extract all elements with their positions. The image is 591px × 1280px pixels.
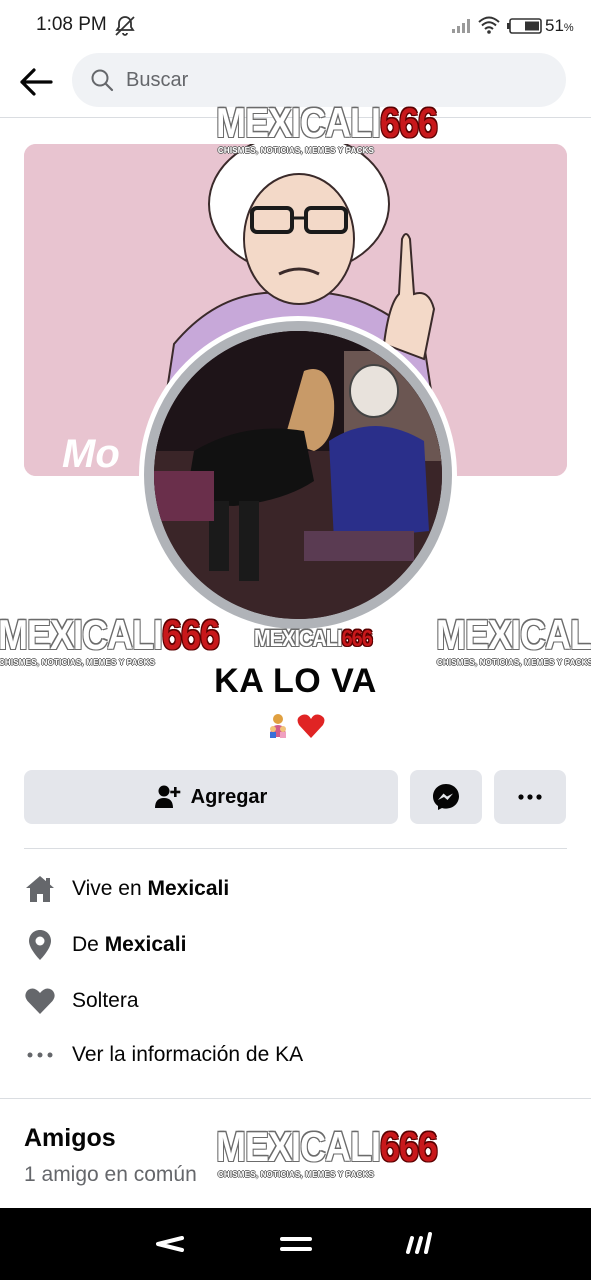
watermark-center: MEXICALI666 bbox=[254, 626, 373, 652]
section-separator bbox=[0, 1098, 591, 1099]
system-nav-bar bbox=[0, 1208, 591, 1280]
from-city[interactable]: Mexicali bbox=[105, 933, 187, 956]
family-emoji-icon bbox=[270, 713, 287, 738]
profile-photo[interactable] bbox=[144, 321, 452, 629]
see-info-label: Ver la información de KA bbox=[72, 1043, 304, 1066]
watermark-bottom: MEXICALI666 CHISMES, NOTICIAS, MEMES Y P… bbox=[216, 1122, 438, 1179]
system-home-icon[interactable] bbox=[276, 1228, 316, 1260]
profile-photo-image bbox=[154, 331, 442, 619]
mute-icon bbox=[115, 16, 135, 36]
battery-percent: 51% bbox=[545, 16, 574, 35]
wifi-icon bbox=[478, 16, 500, 34]
red-heart-icon bbox=[297, 714, 325, 738]
add-friend-label: Agregar bbox=[190, 785, 268, 808]
heart-icon bbox=[24, 985, 56, 1017]
search-icon bbox=[91, 69, 114, 92]
add-friend-icon bbox=[154, 785, 180, 808]
lives-in-city[interactable]: Mexicali bbox=[148, 877, 230, 900]
watermark-right: MEXICALI666 CHISMES, NOTICIAS, MEMES Y P… bbox=[436, 610, 591, 667]
watermark-left: MEXICALI666 CHISMES, NOTICIAS, MEMES Y P… bbox=[0, 610, 220, 667]
mutual-friends-count: 1 amigo en común bbox=[24, 1163, 197, 1186]
more-dots-icon bbox=[518, 794, 542, 800]
profile-bio bbox=[0, 711, 591, 739]
status-time: 1:08 PM bbox=[36, 14, 107, 35]
cover-caption: Mo bbox=[62, 432, 120, 476]
status-bar: 1:08 PM 51% bbox=[0, 0, 591, 50]
add-friend-button[interactable]: Agregar bbox=[24, 770, 398, 824]
battery-icon bbox=[507, 18, 542, 34]
relationship-status: Soltera bbox=[72, 989, 139, 1012]
divider bbox=[24, 848, 567, 849]
home-icon bbox=[24, 873, 56, 905]
system-recents-icon[interactable] bbox=[400, 1228, 436, 1260]
signal-icon bbox=[452, 19, 470, 33]
info-lives-in: Vive en Mexicali bbox=[24, 869, 567, 909]
message-button[interactable] bbox=[410, 770, 482, 824]
ellipsis-icon bbox=[24, 1039, 56, 1071]
back-arrow-icon bbox=[20, 68, 53, 96]
see-info-link[interactable]: Ver la información de KA bbox=[24, 1035, 567, 1075]
info-from: De Mexicali bbox=[24, 925, 567, 965]
messenger-icon bbox=[433, 784, 459, 810]
friends-title[interactable]: Amigos bbox=[24, 1124, 116, 1153]
info-relationship: Soltera bbox=[24, 981, 567, 1021]
back-button[interactable] bbox=[14, 62, 58, 102]
system-back-icon[interactable] bbox=[152, 1228, 188, 1260]
location-pin-icon bbox=[24, 929, 56, 961]
watermark-top: MEXICALI666 CHISMES, NOTICIAS, MEMES Y P… bbox=[216, 98, 438, 155]
more-options-button[interactable] bbox=[494, 770, 566, 824]
profile-name: KA LO VA bbox=[214, 662, 377, 700]
